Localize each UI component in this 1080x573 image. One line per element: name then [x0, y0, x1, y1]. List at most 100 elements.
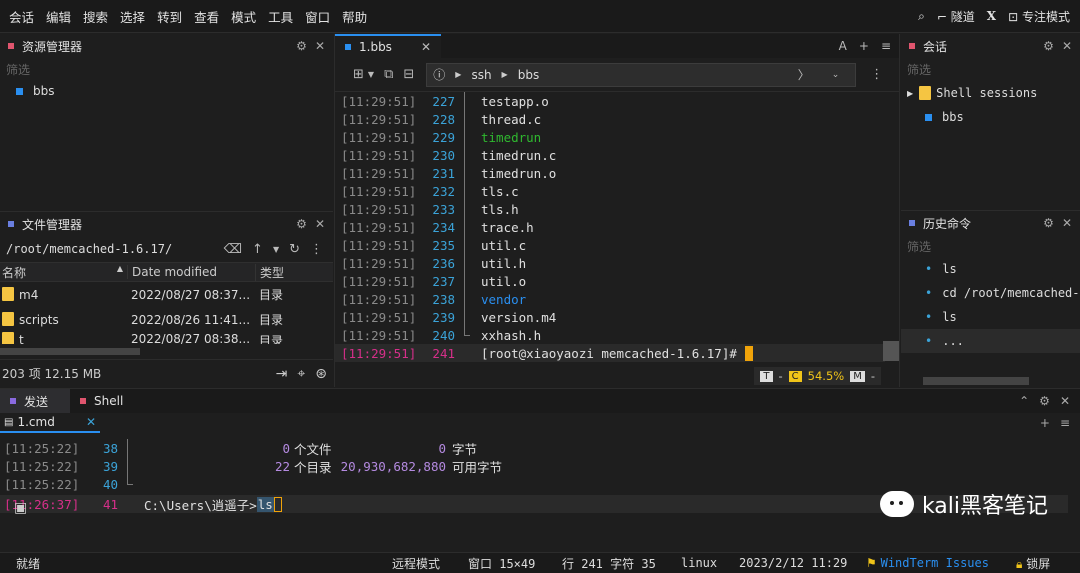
gear-icon[interactable]: ⚙	[1039, 394, 1050, 408]
terminal-panel: 1.bbs ✕ A + ≡ ⊞ ▼ ⧉ ⊟ ⓘ ▶ ssh ▶ bbs 〉 ⌄ …	[334, 34, 900, 387]
location-pin-icon[interactable]: ⌖	[297, 366, 305, 382]
add-icon[interactable]: +	[1040, 416, 1050, 430]
font-icon[interactable]: A	[839, 39, 847, 53]
vertical-scrollbar[interactable]	[883, 341, 899, 361]
typing-mode-badge[interactable]: T	[760, 370, 773, 382]
timestamp: [11:29:51]	[341, 183, 417, 199]
gear-icon[interactable]: ⚙	[1043, 39, 1054, 53]
menu-help[interactable]: 帮助	[336, 7, 373, 26]
close-icon[interactable]: ✕	[1062, 39, 1072, 53]
terminal-prompt-line[interactable]: [11:29:51] 241 [root@xiaoyaozi memcached-1…	[335, 344, 885, 362]
terminal-line: [11:29:51] 234 trace.h	[335, 218, 885, 236]
terminal-line: [11:29:51] 232 tls.c	[335, 182, 885, 200]
split-icon[interactable]: ⊟	[403, 67, 414, 82]
focus-mode-label: 专注模式	[1021, 9, 1070, 24]
column-name[interactable]: 名称 ▲	[0, 264, 127, 281]
menu-view[interactable]: 查看	[188, 7, 225, 26]
tab-send[interactable]: 发送	[0, 389, 70, 413]
horizontal-scrollbar[interactable]	[923, 377, 1029, 385]
menu-goto[interactable]: 转到	[151, 7, 188, 26]
gear-icon[interactable]: ⚙	[1043, 216, 1054, 230]
chevron-down-icon[interactable]: ⌄	[832, 70, 840, 80]
forward-icon[interactable]: 〉	[798, 66, 810, 83]
menu-mode[interactable]: 模式	[225, 7, 262, 26]
sessions-filter-input[interactable]: 筛选	[901, 58, 1080, 80]
horizontal-scrollbar[interactable]	[0, 348, 140, 355]
close-icon[interactable]: ✕	[315, 217, 325, 231]
follow-path-icon[interactable]: ⊛	[315, 366, 327, 382]
file-summary: 203 项 12.15 MB	[2, 367, 102, 381]
menu-search[interactable]: 搜索	[77, 7, 114, 26]
bullet-icon: •	[925, 286, 933, 300]
line-text: trace.h	[481, 219, 534, 235]
column-date[interactable]: Date modified	[127, 265, 255, 279]
close-icon[interactable]: ✕	[421, 40, 431, 54]
close-icon[interactable]: ✕	[1062, 216, 1072, 230]
session-item-bbs[interactable]: bbs	[901, 106, 1080, 128]
x-button[interactable]: X	[987, 9, 996, 23]
gear-icon[interactable]: ⚙	[296, 217, 307, 231]
menu-edit[interactable]: 编辑	[40, 7, 77, 26]
tunnel-button[interactable]: ⌐ 隧道	[937, 8, 975, 25]
session-group-shell[interactable]: ▶ Shell sessions	[901, 80, 1080, 106]
more-icon[interactable]: ⋮	[870, 67, 883, 82]
timestamp: [11:29:51]	[341, 93, 417, 109]
bottom-tab-bar: 发送 Shell ⌃ ⚙ ✕	[0, 389, 1080, 413]
line-number: 230	[432, 147, 455, 163]
line-number: 227	[432, 93, 455, 109]
encoding-badge[interactable]: C	[788, 370, 802, 382]
terminal-line: [11:29:51] 236 util.h	[335, 254, 885, 272]
history-filter-input[interactable]: 筛选	[901, 235, 1080, 257]
focus-mode-button[interactable]: ⊡ 专注模式	[1008, 8, 1070, 25]
close-icon[interactable]: ✕	[1060, 394, 1070, 408]
shell-icon[interactable]: ▣	[14, 500, 27, 516]
history-item[interactable]: • ls	[901, 305, 1080, 329]
tab-shell[interactable]: Shell	[70, 389, 133, 413]
file-name: scripts	[19, 313, 59, 327]
more-icon[interactable]: ⋮	[310, 242, 323, 257]
close-icon[interactable]: ✕	[315, 39, 325, 53]
sessions-label: 会话	[923, 39, 948, 54]
menu-icon[interactable]: ≡	[1060, 416, 1070, 430]
refresh-icon[interactable]: ↻	[289, 242, 300, 257]
menu-tools[interactable]: 工具	[262, 7, 299, 26]
lock-screen-button[interactable]: 🔒︎ 锁屏	[1016, 555, 1050, 572]
close-icon[interactable]: ✕	[86, 415, 96, 429]
add-icon[interactable]: +	[859, 39, 869, 53]
history-item[interactable]: • ls	[901, 257, 1080, 281]
session-icon	[16, 87, 23, 95]
tab-1-cmd[interactable]: ▤ 1.cmd ✕	[0, 413, 100, 433]
mark-badge[interactable]: M	[850, 370, 865, 382]
chevron-up-icon[interactable]: ⌃	[1019, 394, 1029, 408]
resource-filter-input[interactable]: 筛选	[0, 58, 333, 80]
menu-session[interactable]: 会话	[0, 7, 40, 26]
tab-1-bbs[interactable]: 1.bbs ✕	[335, 34, 441, 58]
table-row[interactable]: t 2022/08/27 08:38... 目录	[0, 332, 333, 344]
clear-path-icon[interactable]: ⌫	[224, 242, 242, 257]
issues-link[interactable]: ⚑ WindTerm Issues	[866, 556, 989, 570]
menu-select[interactable]: 选择	[114, 7, 151, 26]
table-row[interactable]: m4 2022/08/27 08:37... 目录	[0, 282, 333, 307]
duplicate-icon[interactable]: ⧉	[384, 67, 393, 82]
new-session-icon[interactable]: ⊞	[353, 67, 364, 82]
resource-item-bbs[interactable]: bbs	[0, 80, 333, 102]
gear-icon[interactable]: ⚙	[296, 39, 307, 53]
up-arrow-icon[interactable]: ↑	[252, 242, 263, 257]
status-mode[interactable]: 远程模式	[392, 555, 440, 572]
menu-icon[interactable]: ≡	[881, 39, 891, 53]
timestamp: [11:29:51]	[341, 237, 417, 253]
address-bar[interactable]: ⓘ ▶ ssh ▶ bbs 〉 ⌄	[426, 62, 857, 87]
export-icon[interactable]: ⇥	[276, 366, 288, 382]
chevron-down-icon[interactable]: ▼	[368, 70, 374, 79]
history-item[interactable]: •...	[901, 329, 1080, 353]
column-type[interactable]: 类型	[255, 263, 333, 281]
history-item[interactable]: •cd /root/memcached-1.6.17	[901, 281, 1080, 305]
table-row[interactable]: scripts 2022/08/26 11:41... 目录	[0, 307, 333, 332]
terminal-output[interactable]: [11:29:51] 227 testapp.o [11:29:51] 228 threa…	[335, 92, 885, 362]
file-type: 目录	[259, 334, 284, 344]
info-icon[interactable]: ⓘ	[433, 66, 445, 83]
chevron-down-icon[interactable]: ▼	[273, 245, 279, 254]
path-input[interactable]: /root/memcached-1.6.17/	[6, 242, 224, 256]
search-icon[interactable]: ⌕	[918, 9, 925, 24]
menu-window[interactable]: 窗口	[299, 7, 336, 26]
